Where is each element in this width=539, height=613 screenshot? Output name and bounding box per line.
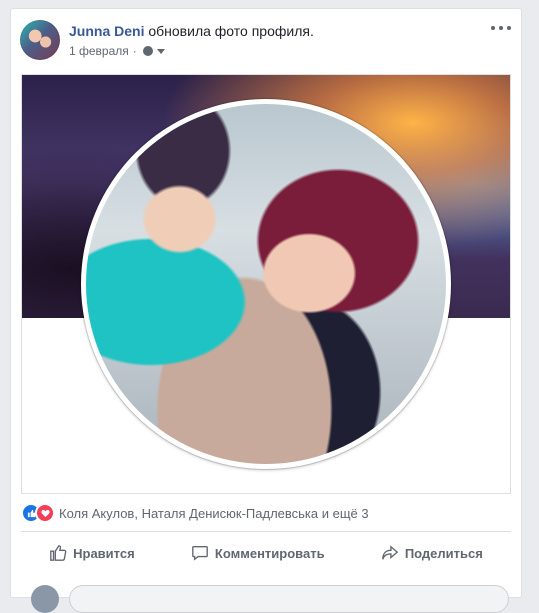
share-label: Поделиться bbox=[404, 545, 483, 561]
post-date[interactable]: 1 февраля bbox=[69, 44, 129, 58]
like-button[interactable]: Нравится bbox=[49, 544, 135, 562]
post-action-text: обновила фото профиля. bbox=[148, 23, 314, 39]
comment-button[interactable]: Комментировать bbox=[191, 544, 325, 562]
globe-icon[interactable] bbox=[142, 46, 153, 56]
like-label: Нравится bbox=[73, 545, 135, 561]
comment-composer bbox=[21, 581, 521, 613]
thumbs-up-icon bbox=[50, 545, 67, 561]
reactions-summary[interactable]: Коля Акулов, Наталя Денисюк-Падлевська и… bbox=[21, 503, 369, 523]
meta-separator: · bbox=[132, 44, 137, 58]
more-dots-icon[interactable] bbox=[491, 22, 511, 34]
love-icon bbox=[35, 503, 55, 523]
post-header: Junna Deni обновила фото профиля. bbox=[69, 23, 314, 39]
chevron-down-icon[interactable] bbox=[156, 48, 165, 54]
feed-post: Junna Deni обновила фото профиля. 1 февр… bbox=[10, 8, 522, 613]
share-button[interactable]: Поделиться bbox=[381, 544, 483, 562]
share-icon bbox=[381, 545, 399, 560]
actions-divider bbox=[21, 531, 511, 532]
comment-input[interactable] bbox=[69, 585, 509, 613]
post-actions: Нравится Комментировать Поделиться bbox=[21, 537, 511, 569]
viewer-avatar bbox=[31, 585, 59, 613]
author-name[interactable]: Junna Deni bbox=[69, 23, 144, 39]
reaction-names[interactable]: Коля Акулов, Наталя Денисюк-Падлевська и… bbox=[59, 506, 369, 521]
post-meta: 1 февраля · bbox=[69, 44, 165, 58]
comment-icon bbox=[192, 546, 208, 561]
comment-label: Комментировать bbox=[214, 545, 325, 561]
profile-photo[interactable] bbox=[86, 104, 446, 464]
author-avatar[interactable] bbox=[20, 20, 60, 60]
